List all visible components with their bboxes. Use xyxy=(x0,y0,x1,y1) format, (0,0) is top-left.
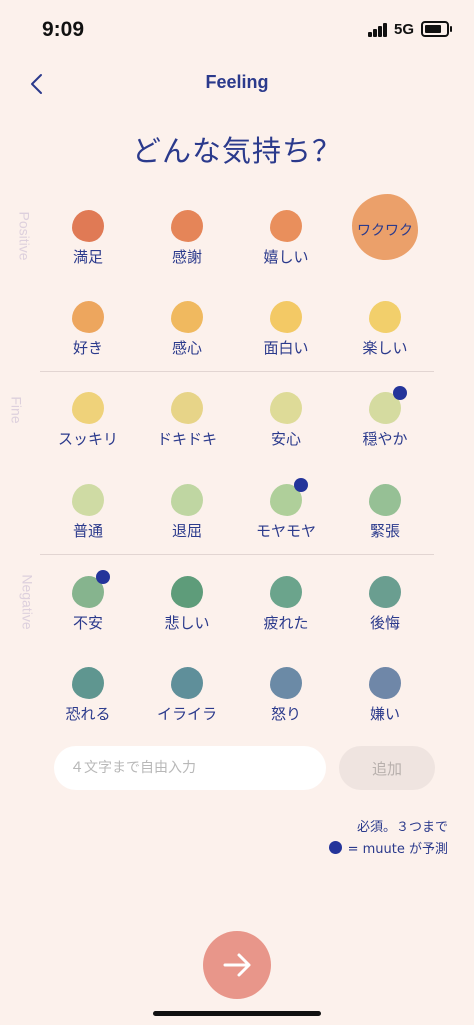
next-button[interactable] xyxy=(203,931,271,999)
mood-label: 恐れる xyxy=(65,705,111,723)
mood-label: 嬉しい xyxy=(263,248,309,266)
free-text-input[interactable] xyxy=(54,746,326,790)
mood-blob xyxy=(171,210,203,242)
mood-label: モヤモヤ xyxy=(255,522,316,540)
section-label-negative: Negative xyxy=(19,574,36,630)
mood-option[interactable]: 好き xyxy=(38,301,138,381)
mood-option[interactable]: 楽しい xyxy=(335,301,435,381)
mood-option[interactable]: 感謝 xyxy=(137,210,237,290)
mood-label: 緊張 xyxy=(369,522,400,540)
section-label-positive: Positive xyxy=(16,211,33,261)
mood-label: 感謝 xyxy=(171,248,202,266)
predicted-dot xyxy=(393,386,407,400)
mood-blob xyxy=(72,667,104,699)
mood-blob xyxy=(270,210,302,242)
predicted-legend: = muute が予測 xyxy=(328,838,448,857)
mood-label: ドキドキ xyxy=(156,430,217,448)
mood-label: 不安 xyxy=(72,614,103,632)
mood-blob xyxy=(171,392,203,424)
mood-label: 楽しい xyxy=(362,339,408,357)
mood-option[interactable]: ドキドキ xyxy=(137,392,237,472)
mood-label: 感心 xyxy=(171,339,202,357)
mood-label: 好き xyxy=(72,339,103,357)
mood-blob xyxy=(171,484,203,516)
mood-label: スッキリ xyxy=(57,430,118,448)
mood-option[interactable]: 嬉しい xyxy=(236,210,336,290)
mood-blob xyxy=(270,392,302,424)
mood-blob xyxy=(369,484,401,516)
mood-option[interactable]: ワクワク xyxy=(335,194,435,290)
status-bar: 9:09 5G xyxy=(0,0,474,60)
mood-label: 怒り xyxy=(270,705,301,723)
mood-blob xyxy=(171,576,203,608)
mood-blob xyxy=(270,576,302,608)
mood-option[interactable]: 恐れる xyxy=(38,667,138,747)
predicted-dot xyxy=(96,570,110,584)
required-note: 必須。３つまで xyxy=(356,820,448,835)
mood-label: ワクワク xyxy=(357,223,413,239)
arrow-right-icon xyxy=(223,953,251,977)
status-time: 9:09 xyxy=(42,18,85,41)
mood-option[interactable]: スッキリ xyxy=(38,392,138,472)
mood-option[interactable]: 退屈 xyxy=(137,484,237,564)
mood-option[interactable]: 悲しい xyxy=(137,576,237,656)
mood-label: 普通 xyxy=(72,522,103,540)
mood-option[interactable]: 感心 xyxy=(137,301,237,381)
mood-blob xyxy=(171,667,203,699)
mood-blob xyxy=(72,301,104,333)
page-title: Feeling xyxy=(205,72,269,92)
mood-label: イライラ xyxy=(156,705,217,723)
mood-label: 退屈 xyxy=(171,522,202,540)
mood-option[interactable]: 後悔 xyxy=(335,576,435,656)
mood-label: 嫌い xyxy=(369,705,400,723)
mood-blob xyxy=(72,210,104,242)
mood-blob xyxy=(369,576,401,608)
mood-blob xyxy=(270,667,302,699)
signal-icon xyxy=(368,23,388,37)
question-heading: どんな気持ち？ xyxy=(131,134,342,168)
network-label: 5G xyxy=(394,21,415,38)
mood-blob xyxy=(171,301,203,333)
mood-option[interactable]: 穏やか xyxy=(335,386,435,472)
mood-blob xyxy=(270,301,302,333)
mood-option[interactable]: 嫌い xyxy=(335,667,435,747)
mood-option[interactable]: 面白い xyxy=(236,301,336,381)
mood-option[interactable]: 満足 xyxy=(38,210,138,290)
battery-icon xyxy=(421,21,452,37)
mood-label: 穏やか xyxy=(362,430,408,448)
predicted-dot xyxy=(294,478,308,492)
mood-blob xyxy=(369,667,401,699)
section-label-fine: Fine xyxy=(8,396,25,424)
mood-option[interactable]: 疲れた xyxy=(236,576,336,656)
mood-option[interactable]: 普通 xyxy=(38,484,138,564)
mood-option[interactable]: モヤモヤ xyxy=(236,478,336,564)
mood-label: 後悔 xyxy=(369,614,400,632)
mood-label: 満足 xyxy=(72,248,103,266)
predicted-legend-text: = muute が予測 xyxy=(347,842,448,857)
mood-blob xyxy=(72,392,104,424)
mood-blob xyxy=(72,484,104,516)
mood-blob xyxy=(369,301,401,333)
predicted-dot-icon xyxy=(328,841,342,854)
mood-label: 面白い xyxy=(263,339,309,357)
mood-option[interactable]: 不安 xyxy=(38,570,138,656)
mood-option[interactable]: イライラ xyxy=(137,667,237,747)
mood-label: 疲れた xyxy=(263,614,309,632)
mood-option[interactable]: 緊張 xyxy=(335,484,435,564)
mood-option[interactable]: 怒り xyxy=(236,667,336,747)
home-indicator xyxy=(153,1011,321,1016)
mood-option[interactable]: 安心 xyxy=(236,392,336,472)
add-button[interactable]: 追加 xyxy=(339,746,435,790)
mood-label: 悲しい xyxy=(164,614,210,632)
mood-label: 安心 xyxy=(270,430,301,448)
